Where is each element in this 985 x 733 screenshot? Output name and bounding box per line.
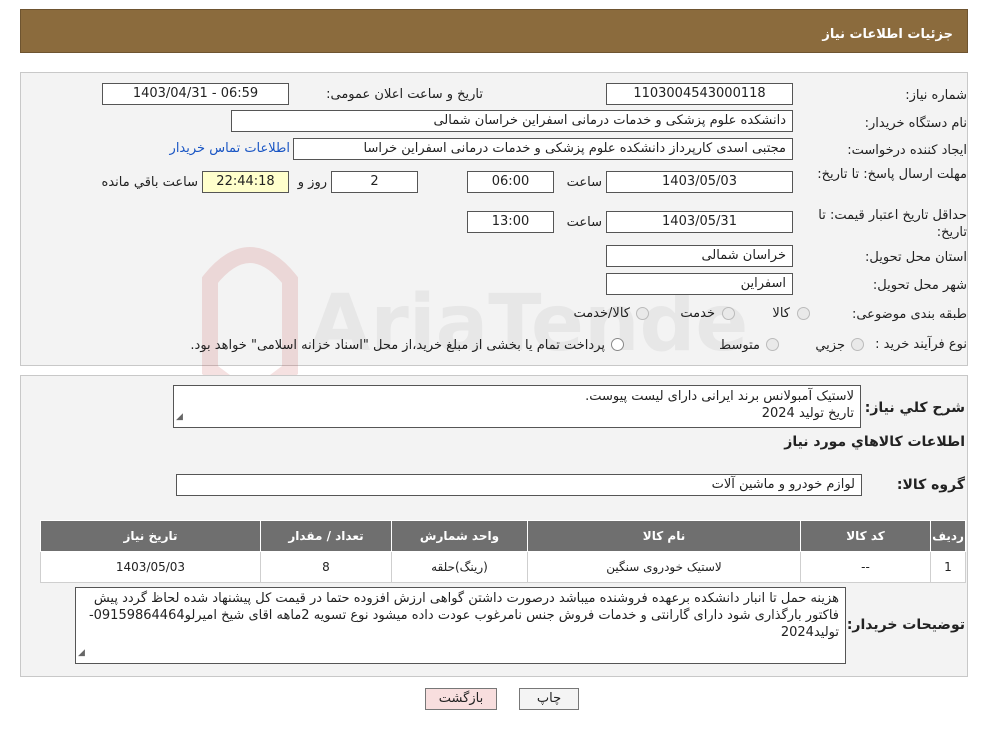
buyer-org-field: دانشکده علوم پزشکی و خدمات درمانی اسفرای… xyxy=(231,110,793,132)
cell-row: 1 xyxy=(930,551,966,583)
days-label: روز و xyxy=(297,175,327,190)
buyer-notes-text: هزینه حمل تا انبار دانشکده برعهده فروشند… xyxy=(88,591,839,640)
purchase-option-medium: متوسط xyxy=(719,338,760,353)
col-code: کد کالا xyxy=(800,520,931,552)
remaining-time-label: ساعت باقي مانده xyxy=(101,175,198,190)
remaining-days-field: 2 xyxy=(331,171,418,193)
cell-unit: (رینگ)حلقه xyxy=(391,551,528,583)
validity-time-field: 13:00 xyxy=(467,211,554,233)
summary-label: شرح كلي نياز: xyxy=(864,400,965,416)
summary-textarea: لاستیک آمبولانس برند ایرانی دارای لیست پ… xyxy=(173,385,861,428)
treasury-note: پرداخت تمام یا بخشی از مبلغ خرید،از محل … xyxy=(190,338,605,353)
cell-code: -- xyxy=(800,551,931,583)
goods-info-title: اطلاعات كالاهاي مورد نياز xyxy=(784,434,965,450)
category-radio-goods[interactable] xyxy=(797,307,810,320)
category-radio-goods-service[interactable] xyxy=(636,307,649,320)
purchase-radio-partial[interactable] xyxy=(851,338,864,351)
col-row: رديف xyxy=(930,520,966,552)
cell-date: 1403/05/03 xyxy=(40,551,261,583)
print-button[interactable]: چاپ xyxy=(519,688,579,710)
goods-group-label: گروه کالا: xyxy=(896,477,965,493)
category-option-goods-service: کالا/خدمت xyxy=(573,306,630,321)
announce-date-label: تاریخ و ساعت اعلان عمومی: xyxy=(326,87,483,102)
col-qty: تعداد / مقدار xyxy=(260,520,392,552)
cell-name: لاستیک خودروی سنگین xyxy=(527,551,801,583)
remaining-time-field: 22:44:18 xyxy=(202,171,289,193)
buyer-org-label: نام دستگاه خریدار: xyxy=(864,116,967,131)
buyer-notes-textarea: هزینه حمل تا انبار دانشکده برعهده فروشند… xyxy=(75,587,846,664)
page-title: جزئیات اطلاعات نیاز xyxy=(822,27,953,42)
purchase-option-partial: جزيي xyxy=(815,338,845,353)
purchase-type-label: نوع فرآیند خرید : xyxy=(875,337,967,352)
city-field: اسفراین xyxy=(606,273,793,295)
need-number-label: شماره نیاز: xyxy=(905,88,967,103)
deadline-time-label: ساعت xyxy=(566,175,602,190)
validity-date-field: 1403/05/31 xyxy=(606,211,793,233)
deadline-label: مهلت ارسال پاسخ: تا تاریخ: xyxy=(817,167,967,182)
goods-table: رديف کد کالا نام کالا واحد شمارش تعداد /… xyxy=(40,520,966,583)
treasury-checkbox[interactable] xyxy=(611,338,624,351)
col-unit: واحد شمارش xyxy=(391,520,528,552)
category-option-service: خدمت xyxy=(680,306,715,321)
buyer-notes-label: توضیحات خریدار: xyxy=(846,617,965,633)
city-label: شهر محل تحویل: xyxy=(872,278,967,293)
resize-handle-icon[interactable]: ◢ xyxy=(176,409,183,426)
deadline-time-field: 06:00 xyxy=(467,171,554,193)
col-name: نام کالا xyxy=(527,520,801,552)
cell-qty: 8 xyxy=(260,551,392,583)
goods-group-field: لوازم خودرو و ماشین آلات xyxy=(176,474,862,496)
page-header: جزئیات اطلاعات نیاز xyxy=(20,9,968,53)
requester-field: مجتبی اسدی کارپرداز دانشکده علوم پزشکی و… xyxy=(293,138,793,160)
purchase-radio-medium[interactable] xyxy=(766,338,779,351)
table-row: 1 -- لاستیک خودروی سنگین (رینگ)حلقه 8 14… xyxy=(40,551,966,583)
summary-line-2: تاریخ تولید 2024 xyxy=(761,406,854,421)
buyer-contact-link[interactable]: اطلاعات تماس خریدار xyxy=(155,141,290,156)
category-option-goods: کالا xyxy=(772,306,790,321)
announce-date-field: 1403/04/31 - 06:59 xyxy=(102,83,289,105)
province-label: استان محل تحویل: xyxy=(865,250,967,265)
requester-label: ایجاد کننده درخواست: xyxy=(847,143,967,158)
back-button[interactable]: بازگشت xyxy=(425,688,497,710)
validity-label: حداقل تاریخ اعتبار قیمت: تا تاریخ: xyxy=(818,208,967,240)
category-radio-service[interactable] xyxy=(722,307,735,320)
resize-handle-icon[interactable]: ◢ xyxy=(78,645,85,662)
province-field: خراسان شمالی xyxy=(606,245,793,267)
col-date: تاریخ نیاز xyxy=(40,520,261,552)
validity-time-label: ساعت xyxy=(566,215,602,230)
category-label: طبقه بندی موضوعی: xyxy=(851,307,967,322)
deadline-date-field: 1403/05/03 xyxy=(606,171,793,193)
need-number-field: 1103004543000118 xyxy=(606,83,793,105)
summary-line-1: لاستیک آمبولانس برند ایرانی دارای لیست پ… xyxy=(585,389,854,404)
goods-table-header: رديف کد کالا نام کالا واحد شمارش تعداد /… xyxy=(40,520,966,552)
